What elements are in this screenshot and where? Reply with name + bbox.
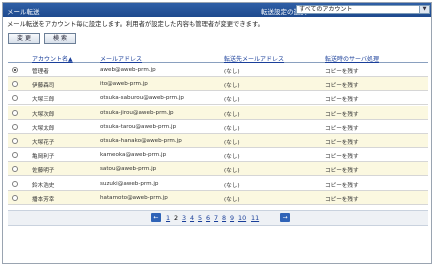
cell-forward-address: (なし) — [224, 69, 240, 75]
cell-server-action: コピーを残す — [325, 140, 359, 146]
cell-account-name: 亀岡利子 — [32, 154, 55, 161]
row-select-radio[interactable] — [12, 81, 18, 88]
cell-account-name: 大塚太郎 — [32, 125, 55, 132]
cell-account-name: 伊藤森司 — [32, 83, 55, 90]
description-text: メール転送をアカウント毎に設定します。利用者が設定した内容も管理者が変更できます… — [7, 21, 264, 28]
table-row[interactable]: 大塚太郎 otsuka-tarou@aweb-prm.jp (なし) コピーを残す — [8, 120, 428, 134]
search-button[interactable]: 検 索 — [44, 33, 76, 44]
table-row[interactable]: 鈴木浩史 suzuki@aweb-prm.jp (なし) コピーを残す — [8, 177, 428, 191]
cell-email: satou@aweb-prm.jp — [100, 166, 157, 173]
page-link[interactable]: 2 — [174, 214, 178, 222]
header-server-action[interactable]: 転送時のサーバ処理 — [325, 54, 379, 63]
cell-server-action: コピーを残す — [325, 168, 359, 175]
cell-account-name: 大塚次郎 — [32, 111, 55, 118]
row-select-radio[interactable] — [12, 123, 18, 130]
panel-title: メール転送 — [7, 8, 40, 16]
row-select-radio[interactable] — [12, 152, 18, 159]
table-row[interactable]: 大塚次郎 otsuka-jirou@aweb-prm.jp (なし) コピーを残す — [8, 105, 428, 120]
row-select-radio[interactable] — [12, 166, 18, 173]
change-button[interactable]: 変 更 — [8, 33, 40, 44]
cell-forward-address: (なし) — [224, 182, 240, 189]
cell-account-name: 鈴木浩史 — [32, 182, 55, 189]
panel-titlebar: メール転送 転送設定の選択 : すべてのアカウント ▼ — [3, 3, 431, 17]
cell-email: hatamoto@aweb-prm.jp — [100, 194, 168, 201]
row-select-radio[interactable] — [12, 180, 18, 187]
cell-email: aweb@aweb-prm.jp — [100, 67, 156, 73]
cell-email: suzuki@aweb-prm.jp — [100, 180, 159, 187]
cell-server-action: コピーを残す — [325, 111, 359, 118]
page-link[interactable]: 6 — [206, 214, 210, 222]
cell-email: kameoka@aweb-prm.jp — [100, 152, 167, 159]
cell-email: otsuka-tarou@aweb-prm.jp — [100, 123, 177, 130]
cell-server-action: コピーを残す — [325, 69, 359, 75]
header-email[interactable]: メールアドレス — [100, 54, 142, 63]
header-account-name[interactable]: アカウント名▲ — [32, 54, 73, 63]
mail-forward-panel: メール転送 転送設定の選択 : すべてのアカウント ▼ メール転送をアカウント毎… — [2, 2, 432, 264]
row-select-radio[interactable] — [12, 95, 18, 102]
page-link[interactable]: 4 — [190, 214, 194, 222]
cell-email: otsuka-saburou@aweb-prm.jp — [100, 95, 184, 102]
page-link[interactable]: 7 — [214, 214, 218, 222]
cell-account-name: 大塚三郎 — [32, 97, 55, 104]
next-page-arrow-icon[interactable]: → — [280, 213, 290, 222]
cell-server-action: コピーを残す — [325, 83, 359, 90]
cell-forward-address: (なし) — [224, 97, 240, 104]
cell-forward-address: (なし) — [224, 111, 240, 118]
pagination: ← → 1 2 3 4 5 6 7 8 9 10 11 — [8, 210, 428, 226]
row-select-radio[interactable] — [12, 67, 18, 73]
row-select-radio[interactable] — [12, 138, 18, 144]
table-header: アカウント名▲ メールアドレス 転送先メールアドレス 転送時のサーバ処理 — [8, 50, 428, 63]
page-link[interactable]: 9 — [230, 214, 234, 222]
row-select-radio[interactable] — [12, 109, 18, 116]
cell-account-name: 播本芳幸 — [32, 196, 55, 203]
cell-account-name: 大塚花子 — [32, 140, 55, 146]
cell-server-action: コピーを残す — [325, 182, 359, 189]
table-row[interactable]: 亀岡利子 kameoka@aweb-prm.jp (なし) コピーを残す — [8, 148, 428, 163]
page-link[interactable]: 3 — [182, 214, 186, 222]
cell-account-name: 管理者 — [32, 69, 49, 75]
table-row[interactable]: 播本芳幸 hatamoto@aweb-prm.jp (なし) コピーを残す — [8, 190, 428, 205]
cell-forward-address: (なし) — [224, 196, 240, 203]
page-link[interactable]: 8 — [222, 214, 226, 222]
forward-setting-value: すべてのアカウント — [299, 6, 353, 13]
header-forward-address[interactable]: 転送先メールアドレス — [224, 54, 284, 63]
cell-forward-address: (なし) — [224, 83, 240, 90]
table-row[interactable]: 大塚花子 otsuka-hanako@aweb-prm.jp (なし) コピーを残す — [8, 134, 428, 148]
cell-email: otsuka-hanako@aweb-prm.jp — [100, 138, 182, 144]
cell-server-action: コピーを残す — [325, 196, 359, 203]
forward-setting-select[interactable]: すべてのアカウント ▼ — [296, 5, 430, 14]
cell-forward-address: (なし) — [224, 154, 240, 161]
cell-server-action: コピーを残す — [325, 125, 359, 132]
table-row[interactable]: 大塚三郎 otsuka-saburou@aweb-prm.jp (なし) コピーを残す — [8, 91, 428, 106]
cell-server-action: コピーを残す — [325, 154, 359, 161]
cell-forward-address: (なし) — [224, 125, 240, 132]
page-link[interactable]: 10 — [238, 214, 246, 222]
page-link[interactable]: 1 — [166, 214, 170, 222]
table-row[interactable]: 管理者 aweb@aweb-prm.jp (なし) コピーを残す — [8, 63, 428, 77]
chevron-down-icon[interactable]: ▼ — [419, 6, 429, 13]
page-link[interactable]: 11 — [251, 214, 259, 222]
cell-account-name: 佐藤明子 — [32, 168, 55, 175]
page-link[interactable]: 5 — [198, 214, 202, 222]
table-row[interactable]: 佐藤明子 satou@aweb-prm.jp (なし) コピーを残す — [8, 162, 428, 177]
cell-email: otsuka-jirou@aweb-prm.jp — [100, 109, 174, 116]
cell-forward-address: (なし) — [224, 168, 240, 175]
table-row[interactable]: 伊藤森司 ito@aweb-prm.jp (なし) コピーを残す — [8, 77, 428, 92]
cell-server-action: コピーを残す — [325, 97, 359, 104]
prev-page-arrow-icon[interactable]: ← — [151, 213, 161, 222]
cell-forward-address: (なし) — [224, 140, 240, 146]
row-select-radio[interactable] — [12, 194, 18, 201]
cell-email: ito@aweb-prm.jp — [100, 81, 148, 88]
